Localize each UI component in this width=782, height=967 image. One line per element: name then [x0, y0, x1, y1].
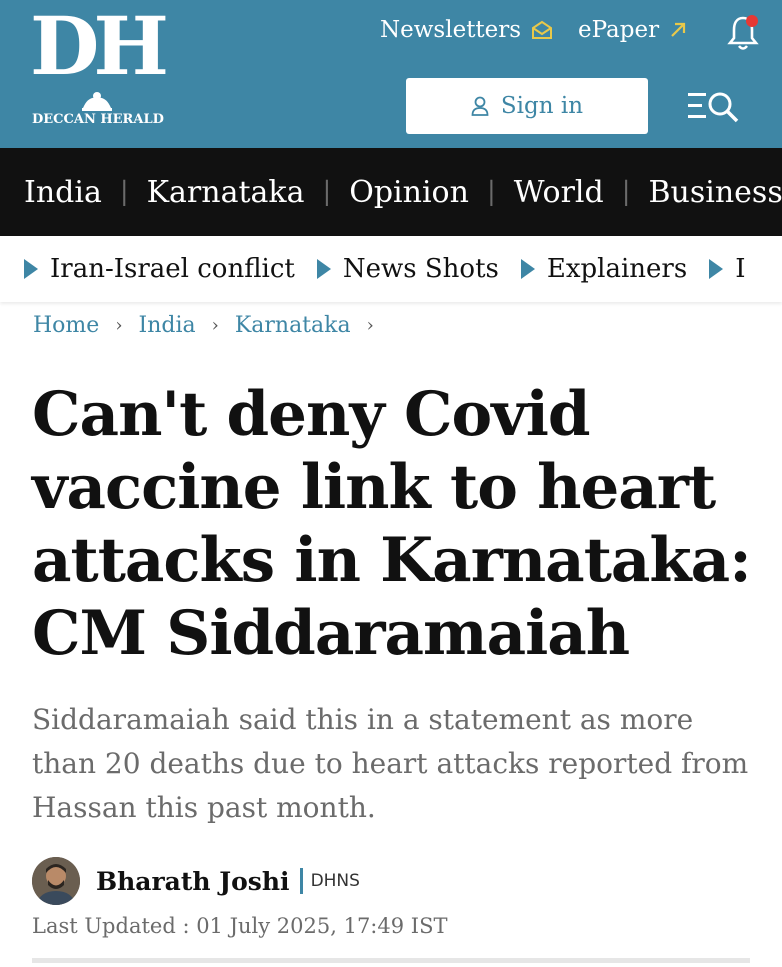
logo-letters: DH [30, 0, 169, 93]
play-triangle-icon [709, 259, 724, 279]
nav-item-business[interactable]: Business [648, 175, 782, 210]
author-avatar[interactable] [32, 857, 80, 905]
play-triangle-icon [520, 259, 535, 279]
breadcrumb-karnataka[interactable]: Karnataka [235, 313, 351, 338]
author-name[interactable]: Bharath Joshi [96, 867, 290, 896]
nav-separator: | [621, 177, 631, 207]
topic-item[interactable]: I [709, 254, 745, 284]
nav-item-karnataka[interactable]: Karnataka [147, 175, 305, 210]
breadcrumb: Home › India › Karnataka › [33, 310, 390, 340]
breadcrumb-home[interactable]: Home [33, 313, 99, 338]
nav-separator: | [486, 177, 496, 207]
epaper-label: ePaper [578, 17, 660, 43]
last-updated: Last Updated : 01 July 2025, 17:49 IST [32, 914, 448, 938]
chevron-right-icon: › [211, 314, 219, 336]
chevron-right-icon: › [115, 314, 123, 336]
nav-separator: | [322, 177, 332, 207]
sign-in-button[interactable]: Sign in [406, 78, 648, 134]
envelope-icon [532, 20, 553, 39]
article-summary: Siddaramaiah said this in a statement as… [32, 703, 749, 824]
play-triangle-icon [316, 259, 331, 279]
avatar-image [32, 857, 80, 905]
bell-icon[interactable] [725, 12, 761, 52]
logo-emblem-icon [82, 92, 112, 111]
author-org: DHNS [310, 871, 360, 891]
nav-item-india[interactable]: India [24, 175, 102, 210]
epaper-link[interactable]: ePaper [578, 14, 687, 46]
content-divider [32, 958, 750, 963]
topic-label: News Shots [342, 254, 499, 284]
topic-item[interactable]: Iran-Israel conflict [24, 254, 295, 284]
chevron-right-icon: › [366, 314, 374, 336]
nav-item-opinion[interactable]: Opinion [349, 175, 469, 210]
site-header: DH DECCAN HERALD Newsletters ePaper Sign… [0, 0, 782, 148]
main-nav: India | Karnataka | Opinion | World | Bu… [0, 148, 782, 236]
topic-label: Explainers [546, 254, 688, 284]
menu-search-icon[interactable] [686, 86, 742, 126]
newsletters-link[interactable]: Newsletters [380, 14, 553, 46]
topic-label: I [735, 254, 746, 284]
byline-divider [299, 868, 303, 894]
newsletters-label: Newsletters [380, 17, 522, 43]
play-triangle-icon [24, 259, 38, 279]
logo-name: DECCAN HERALD [32, 112, 164, 127]
topic-strip: Iran-Israel conflict News Shots Explaine… [0, 236, 782, 302]
breadcrumb-india[interactable]: India [139, 313, 196, 338]
topic-label: Iran-Israel conflict [50, 254, 295, 284]
author-byline: Bharath Joshi DHNS [96, 864, 360, 898]
topic-item[interactable]: News Shots [316, 254, 499, 284]
topic-item[interactable]: Explainers [520, 254, 688, 284]
arrow-up-right-icon [671, 22, 686, 37]
nav-item-world[interactable]: World [514, 175, 604, 210]
site-logo[interactable]: DH DECCAN HERALD [30, 6, 169, 132]
nav-separator: | [119, 177, 129, 207]
article-headline: Can't deny Covid vaccine link to heart a… [32, 379, 752, 669]
person-icon [471, 96, 489, 116]
sign-in-label: Sign in [500, 93, 584, 119]
